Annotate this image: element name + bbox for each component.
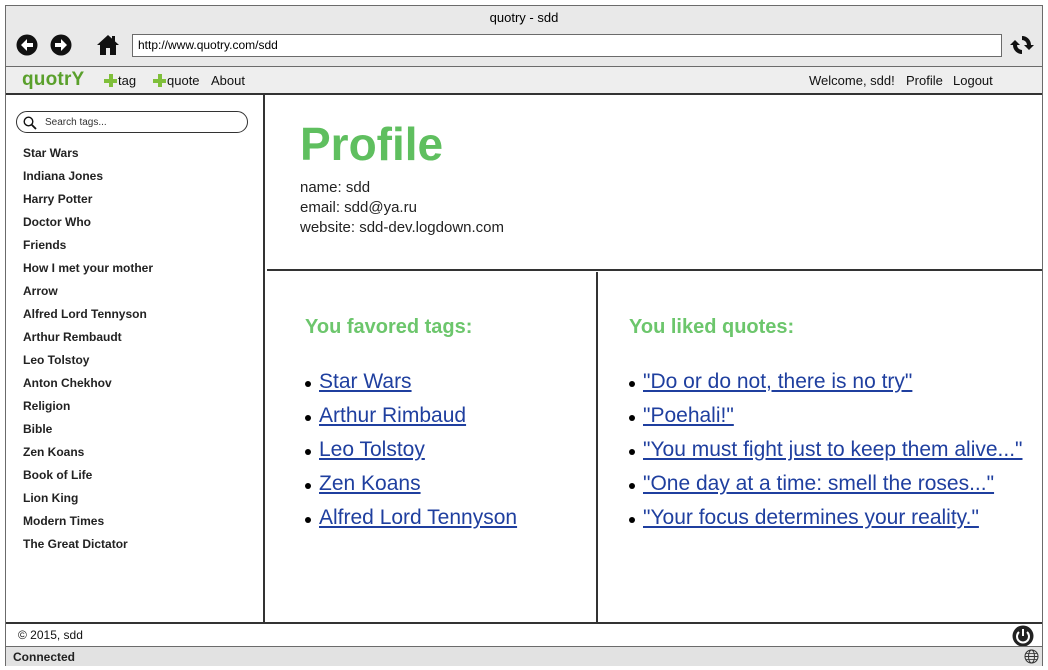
liked-quotes-list: "Do or do not, there is no try" "Poehali!…	[627, 370, 1039, 540]
bullet-icon	[305, 517, 311, 523]
sidebar-tag-item[interactable]: Star Wars	[23, 146, 153, 169]
status-bar: Connected	[6, 646, 1042, 666]
list-item: "Poehali!"	[627, 404, 1039, 438]
sidebar-tag-item[interactable]: Zen Koans	[23, 445, 153, 468]
sidebar-tag-item[interactable]: Anton Chekhov	[23, 376, 153, 399]
app-navbar: quotrY tag quote About Welcome, sdd! Pro…	[6, 66, 1042, 95]
list-item: Arthur Rimbaud	[303, 404, 517, 438]
bullet-icon	[629, 517, 635, 523]
back-arrow-icon[interactable]	[16, 34, 38, 56]
sidebar-tag-item[interactable]: Religion	[23, 399, 153, 422]
plus-icon	[153, 74, 166, 87]
profile-name: name: sdd	[300, 179, 371, 196]
window-title: quotry - sdd	[489, 10, 559, 25]
list-item: "One day at a time: smell the roses..."	[627, 472, 1039, 506]
liked-quotes-heading: You liked quotes:	[629, 316, 795, 338]
reload-icon[interactable]	[1010, 33, 1034, 57]
page-footer: © 2015, sdd	[6, 622, 1042, 647]
bullet-icon	[629, 449, 635, 455]
sidebar-tag-item[interactable]: Lion King	[23, 491, 153, 514]
about-link[interactable]: About	[211, 73, 245, 88]
tag-list: Star Wars Indiana Jones Harry Potter Doctor…	[23, 146, 153, 560]
sidebar-tag-item[interactable]: Arrow	[23, 284, 153, 307]
add-quote-label: quote	[167, 73, 200, 88]
sidebar-tag-item[interactable]: Modern Times	[23, 514, 153, 537]
sidebar-tag-item[interactable]: Arthur Rembaudt	[23, 330, 153, 353]
sidebar-tag-item[interactable]: Leo Tolstoy	[23, 353, 153, 376]
sidebar-tag-item[interactable]: Harry Potter	[23, 192, 153, 215]
logout-link[interactable]: Logout	[953, 73, 993, 88]
sidebar-tag-item[interactable]: Indiana Jones	[23, 169, 153, 192]
list-item: "Do or do not, there is no try"	[627, 370, 1039, 404]
liked-quote-link[interactable]: "Your focus determines your reality."	[643, 506, 979, 530]
sidebar-tag-item[interactable]: Doctor Who	[23, 215, 153, 238]
sidebar-tag-item[interactable]: How I met your mother	[23, 261, 153, 284]
liked-quote-link[interactable]: "Poehali!"	[643, 404, 734, 428]
search-icon	[23, 116, 37, 130]
favored-tag-link[interactable]: Alfred Lord Tennyson	[319, 506, 517, 530]
sidebar-tag-item[interactable]: Bible	[23, 422, 153, 445]
profile-link[interactable]: Profile	[906, 73, 943, 88]
tag-sidebar: Star WarsIndiana JonesHarry PotterDoctor…	[6, 95, 265, 622]
browser-window: quotry - sdd http://www.quotry.com/sdd q…	[5, 5, 1043, 666]
profile-website: website: sdd-dev.logdown.com	[300, 219, 504, 236]
forward-arrow-icon[interactable]	[50, 34, 72, 56]
search-input[interactable]	[45, 114, 241, 130]
power-icon[interactable]	[1012, 625, 1034, 647]
welcome-text: Welcome, sdd!	[809, 73, 895, 88]
sidebar-tag-item[interactable]: The Great Dictator	[23, 537, 153, 560]
sidebar-tag-item[interactable]: Friends	[23, 238, 153, 261]
list-item: Leo Tolstoy	[303, 438, 517, 472]
plus-icon	[104, 74, 117, 87]
liked-quotes-panel: You liked quotes: "Do or do not, there i…	[599, 272, 1042, 622]
favored-tag-link[interactable]: Star Wars	[319, 370, 412, 394]
profile-email: email: sdd@ya.ru	[300, 199, 417, 216]
home-icon[interactable]	[96, 33, 120, 57]
liked-quote-link[interactable]: "You must fight just to keep them alive.…	[643, 438, 1023, 462]
list-item: "You must fight just to keep them alive.…	[627, 438, 1039, 472]
bullet-icon	[305, 415, 311, 421]
liked-quote-link[interactable]: "Do or do not, there is no try"	[643, 370, 912, 394]
list-item: "Your focus determines your reality."	[627, 506, 1039, 540]
globe-icon	[1024, 649, 1039, 664]
bullet-icon	[629, 381, 635, 387]
connection-status: Connected	[13, 650, 76, 664]
profile-info: name: sdd email: sdd@ya.ru website: sdd-…	[300, 178, 504, 238]
app-logo[interactable]: quotrY	[22, 69, 84, 91]
bullet-icon	[629, 415, 635, 421]
bullet-icon	[305, 483, 311, 489]
copyright-text: © 2015, sdd	[18, 628, 83, 642]
liked-quote-link[interactable]: "One day at a time: smell the roses..."	[643, 472, 994, 496]
bullet-icon	[629, 483, 635, 489]
favored-tag-link[interactable]: Arthur Rimbaud	[319, 404, 466, 428]
add-quote-link[interactable]: quote	[153, 73, 200, 88]
url-input[interactable]: http://www.quotry.com/sdd	[132, 34, 1002, 57]
favored-tags-list: Star Wars Arthur Rimbaud Leo Tolstoy Zen Ko…	[303, 370, 517, 540]
favored-tags-panel: You favored tags: Star Wars Arthur Rimbau…	[267, 272, 598, 622]
favored-tags-heading: You favored tags:	[305, 316, 473, 338]
bullet-icon	[305, 449, 311, 455]
bullet-icon	[305, 381, 311, 387]
sidebar-tag-item[interactable]: Alfred Lord Tennyson	[23, 307, 153, 330]
profile-panel: Profile name: sdd email: sdd@ya.ru websi…	[267, 95, 1042, 271]
add-tag-label: tag	[118, 73, 137, 88]
search-box[interactable]	[16, 111, 248, 133]
page-title: Profile	[300, 118, 444, 170]
add-tag-link[interactable]: tag	[104, 73, 136, 88]
list-item: Alfred Lord Tennyson	[303, 506, 517, 540]
favored-tag-link[interactable]: Zen Koans	[319, 472, 421, 496]
list-item: Star Wars	[303, 370, 517, 404]
list-item: Zen Koans	[303, 472, 517, 506]
sidebar-tag-item[interactable]: Book of Life	[23, 468, 153, 491]
favored-tag-link[interactable]: Leo Tolstoy	[319, 438, 425, 462]
